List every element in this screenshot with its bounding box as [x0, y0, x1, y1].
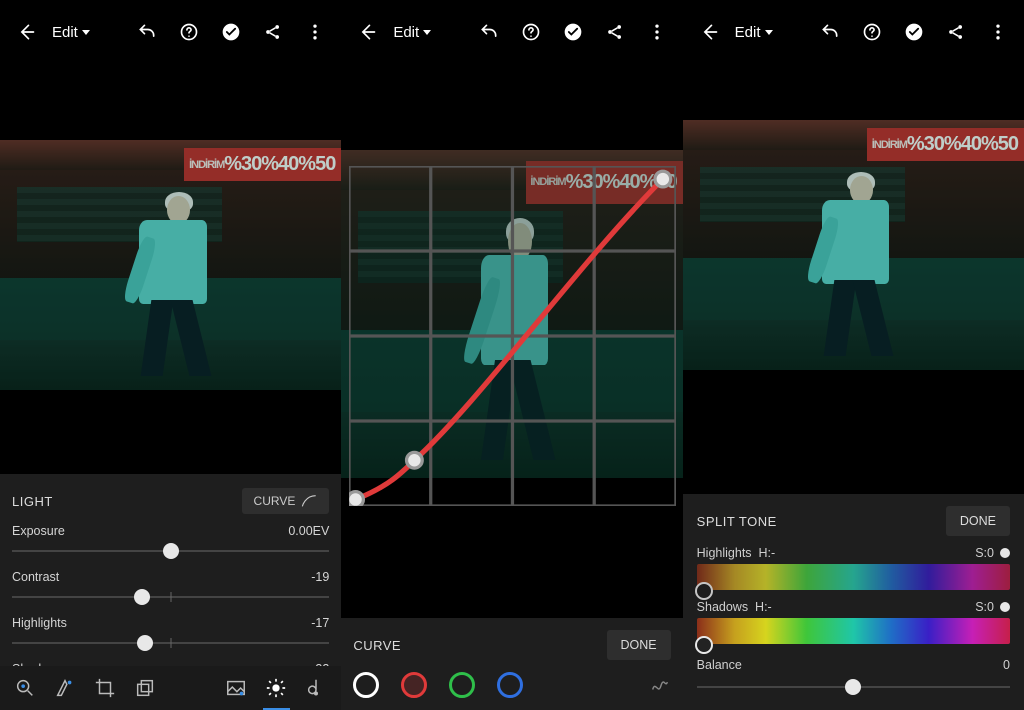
- highlights-slider: Highlights-17: [12, 616, 329, 654]
- photo-preview[interactable]: İNDİRİM %30 %40 %50: [0, 140, 341, 390]
- approve-icon[interactable]: [898, 16, 930, 48]
- contrast-track[interactable]: [12, 586, 329, 608]
- edit-label: Edit: [52, 24, 78, 41]
- toolbar: Edit: [341, 0, 682, 64]
- channel-blue[interactable]: [497, 672, 523, 698]
- undo-icon[interactable]: [131, 16, 163, 48]
- channel-red[interactable]: [401, 672, 427, 698]
- contrast-thumb[interactable]: [134, 589, 150, 605]
- highlights-thumb[interactable]: [137, 635, 153, 651]
- section-title: CURVE: [353, 638, 401, 653]
- more-icon[interactable]: [641, 16, 673, 48]
- sale-banner: İNDİRİM %30 %40 %50: [526, 161, 683, 204]
- highlights-track[interactable]: [12, 632, 329, 654]
- tool-strip: [0, 666, 341, 710]
- highlights-row: Highlights H:- S:0: [697, 546, 1010, 560]
- more-icon[interactable]: [299, 16, 331, 48]
- parametric-icon[interactable]: [649, 673, 671, 698]
- edit-dropdown[interactable]: Edit: [52, 24, 90, 41]
- shadows-hue-strip[interactable]: [697, 618, 1010, 644]
- curve-button[interactable]: CURVE: [242, 488, 330, 514]
- edit-dropdown[interactable]: Edit: [735, 24, 773, 41]
- crop-tool[interactable]: [88, 671, 122, 705]
- approve-icon[interactable]: [557, 16, 589, 48]
- help-icon[interactable]: [856, 16, 888, 48]
- temperature-tool[interactable]: [299, 671, 333, 705]
- undo-icon[interactable]: [814, 16, 846, 48]
- back-icon[interactable]: [351, 16, 383, 48]
- picture-tool[interactable]: [219, 671, 253, 705]
- sale-banner: İNDİRİM %30 %40 %50: [184, 148, 341, 181]
- saturation-dot[interactable]: [1000, 602, 1010, 612]
- done-button[interactable]: DONE: [607, 630, 671, 660]
- split-tone-controls: SPLIT TONE DONE Highlights H:- S:0 Shado…: [683, 494, 1024, 710]
- balance-track[interactable]: [697, 676, 1010, 698]
- share-icon[interactable]: [257, 16, 289, 48]
- sale-banner: İNDİRİM %30 %40 %50: [867, 128, 1024, 161]
- help-icon[interactable]: [173, 16, 205, 48]
- light-tool[interactable]: [259, 671, 293, 705]
- photo-preview[interactable]: İNDİRİM %30 %40 %50: [683, 120, 1024, 370]
- channel-luminance[interactable]: [353, 672, 379, 698]
- back-icon[interactable]: [10, 16, 42, 48]
- balance-row: Balance 0: [697, 658, 1010, 672]
- balance-thumb[interactable]: [845, 679, 861, 695]
- toolbar: Edit: [0, 0, 341, 64]
- shadows-row: Shadows H:- S:0: [697, 600, 1010, 614]
- edit-dropdown[interactable]: Edit: [393, 24, 431, 41]
- chevron-down-icon: [423, 30, 431, 35]
- done-button[interactable]: DONE: [946, 506, 1010, 536]
- exposure-track[interactable]: [12, 540, 329, 562]
- panel-light: Edit İNDİRİM %30 %40 %50: [0, 0, 341, 710]
- section-title: SPLIT TONE: [697, 514, 777, 529]
- share-icon[interactable]: [940, 16, 972, 48]
- exposure-slider: Exposure0.00EV: [12, 524, 329, 562]
- presets-tool[interactable]: [128, 671, 162, 705]
- chevron-down-icon: [765, 30, 773, 35]
- channel-green[interactable]: [449, 672, 475, 698]
- contrast-slider: Contrast-19: [12, 570, 329, 608]
- approve-icon[interactable]: [215, 16, 247, 48]
- panel-curve: Edit İNDİRİM %30 %40 %50: [341, 0, 682, 710]
- back-icon[interactable]: [693, 16, 725, 48]
- help-icon[interactable]: [515, 16, 547, 48]
- loupe-tool[interactable]: [8, 671, 42, 705]
- section-title: LIGHT: [12, 494, 53, 509]
- curve-point[interactable]: [349, 492, 363, 506]
- more-icon[interactable]: [982, 16, 1014, 48]
- photo-preview[interactable]: İNDİRİM %30 %40 %50: [341, 150, 682, 478]
- chevron-down-icon: [82, 30, 90, 35]
- share-icon[interactable]: [599, 16, 631, 48]
- toolbar: Edit: [683, 0, 1024, 64]
- channel-selector: [353, 672, 670, 698]
- highlights-hue-strip[interactable]: [697, 564, 1010, 590]
- saturation-dot[interactable]: [1000, 548, 1010, 558]
- exposure-thumb[interactable]: [163, 543, 179, 559]
- healing-tool[interactable]: [48, 671, 82, 705]
- panel-split-tone: Edit İNDİRİM %30 %40 %50 SPLI: [683, 0, 1024, 710]
- curve-controls: CURVE DONE: [341, 618, 682, 710]
- shadows-hue-thumb[interactable]: [695, 636, 713, 654]
- highlights-hue-thumb[interactable]: [695, 582, 713, 600]
- undo-icon[interactable]: [473, 16, 505, 48]
